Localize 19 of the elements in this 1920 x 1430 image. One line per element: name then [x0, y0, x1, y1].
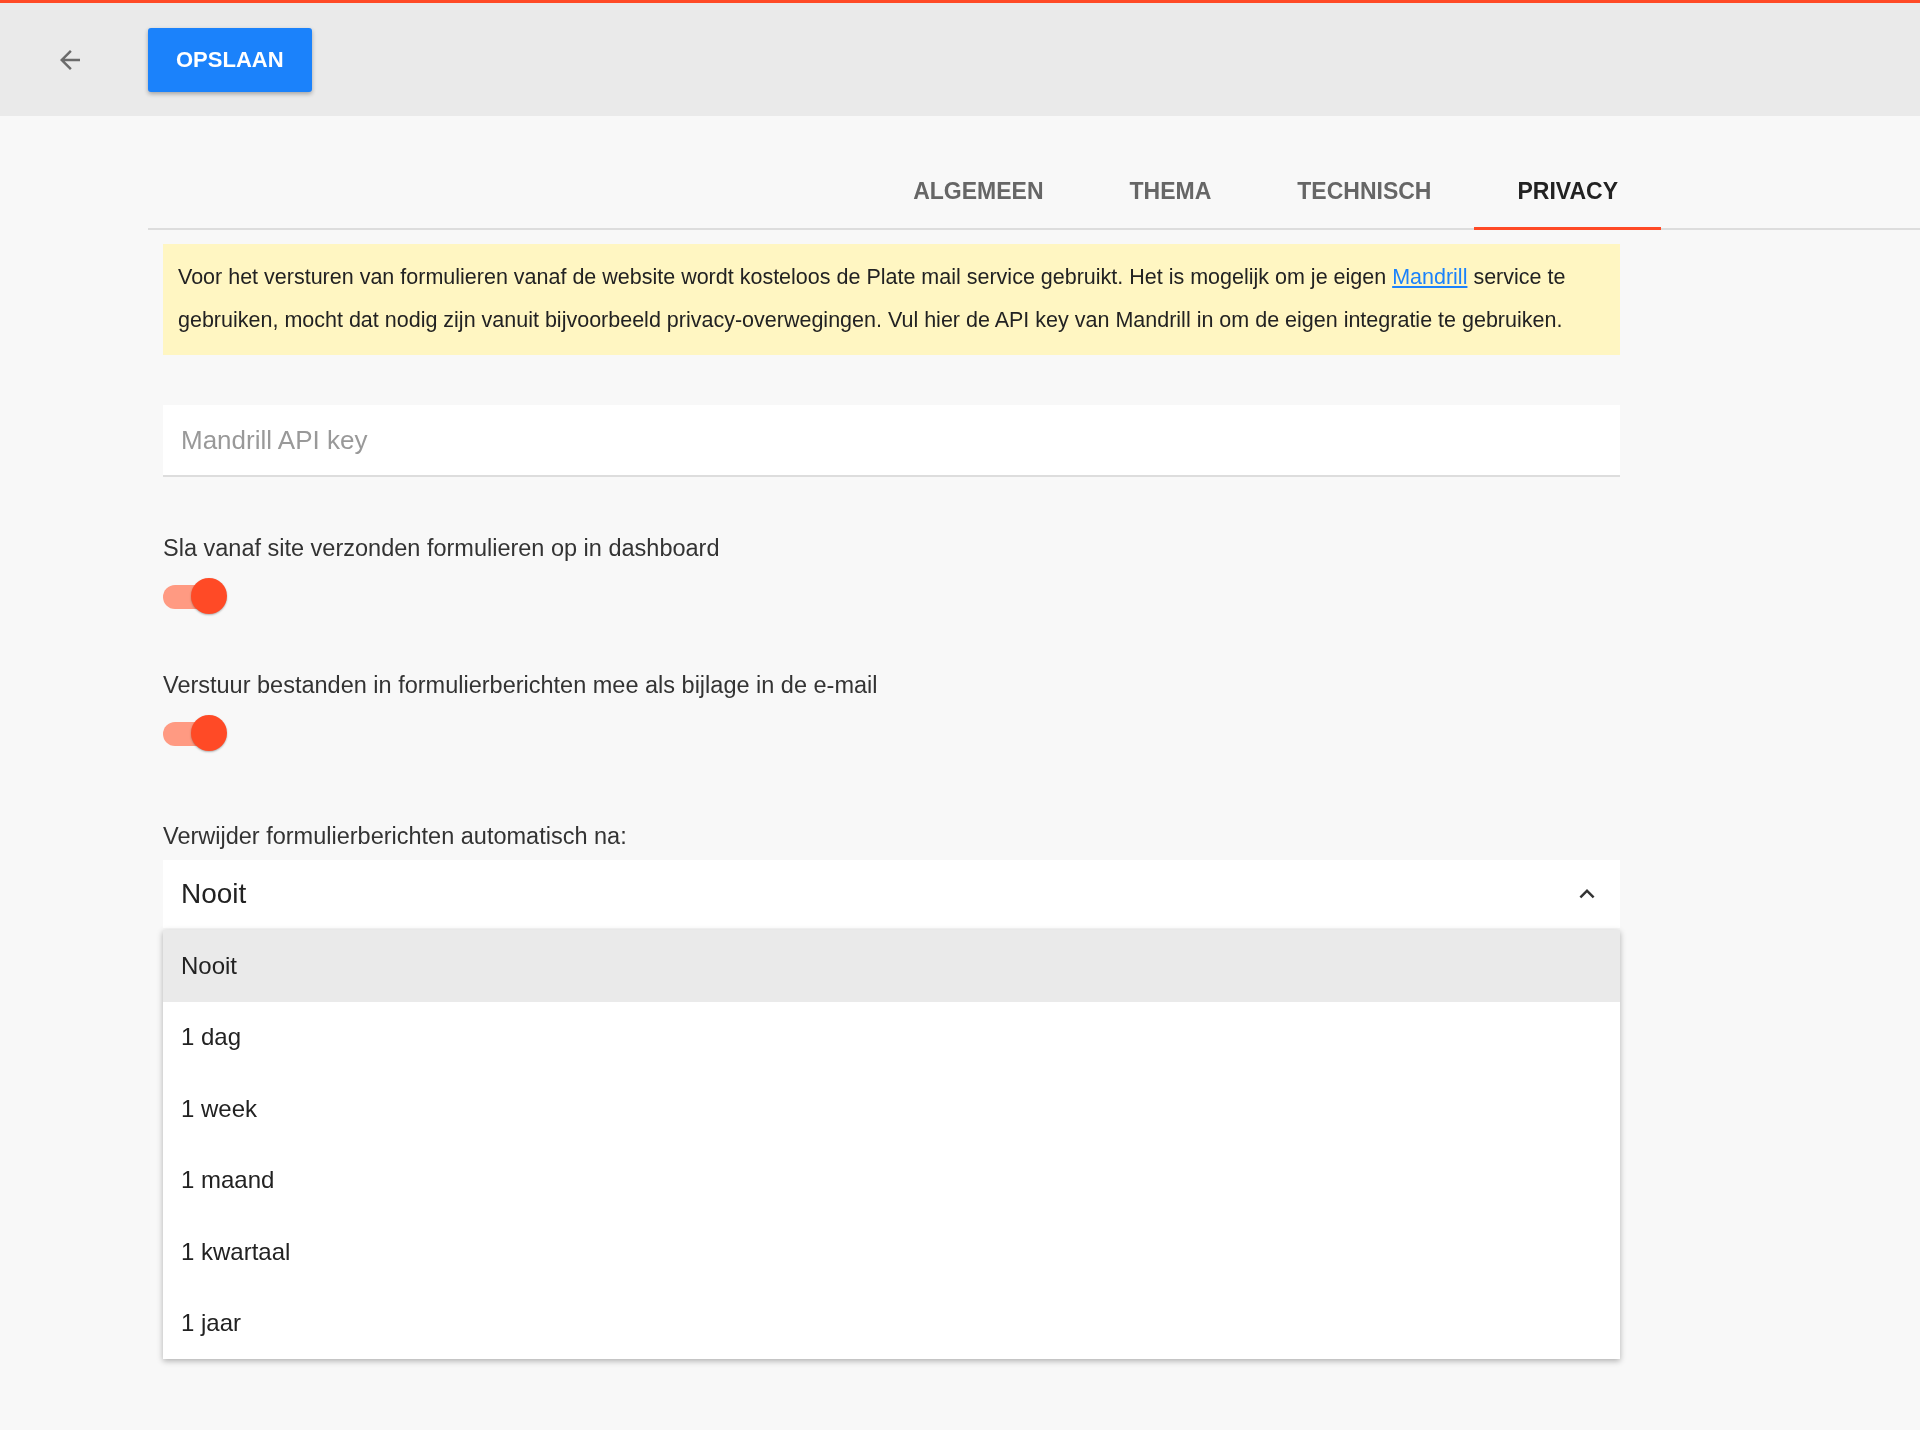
- save-button[interactable]: OPSLAAN: [148, 27, 312, 92]
- dropdown-option[interactable]: Nooit: [163, 930, 1620, 1002]
- toggle-switch[interactable]: [163, 715, 227, 753]
- tab[interactable]: TECHNISCH: [1254, 160, 1475, 230]
- dropdown-option[interactable]: 1 jaar: [163, 1287, 1620, 1359]
- dropdown-option[interactable]: 1 maand: [163, 1144, 1620, 1216]
- select-field[interactable]: Nooit: [163, 860, 1620, 928]
- api-key-field[interactable]: Mandrill API key: [163, 405, 1620, 477]
- toggle-switch[interactable]: [163, 578, 227, 616]
- dropdown-option[interactable]: 1 kwartaal: [163, 1216, 1620, 1288]
- tab[interactable]: PRIVACY: [1474, 160, 1661, 230]
- tab[interactable]: THEMA: [1086, 160, 1255, 230]
- tab[interactable]: ALGEMEEN: [870, 160, 1087, 230]
- notice-text: Voor het versturen van formulieren vanaf de website wordt kosteloos de Plate mail service gebruikt. Het is mogelijk om je eigen Mandrill service te gebruiken, mocht dat nodig zijn vanuit bijvoorbeeld privacy-overwegingen. Vul hier de API key van Mandrill in om de eigen integratie te gebruiken.: [163, 244, 1620, 355]
- dropdown-option[interactable]: 1 week: [163, 1073, 1620, 1145]
- toggle-label: Verstuur bestanden in formulierberichten mee als bijlage in de e-mail: [163, 672, 878, 699]
- select-label: Verwijder formulierberichten automatisch na:: [163, 823, 628, 850]
- toggle-label: Sla vanaf site verzonden formulieren op in dashboard: [163, 535, 720, 562]
- dropdown-option[interactable]: 1 dag: [163, 1001, 1620, 1073]
